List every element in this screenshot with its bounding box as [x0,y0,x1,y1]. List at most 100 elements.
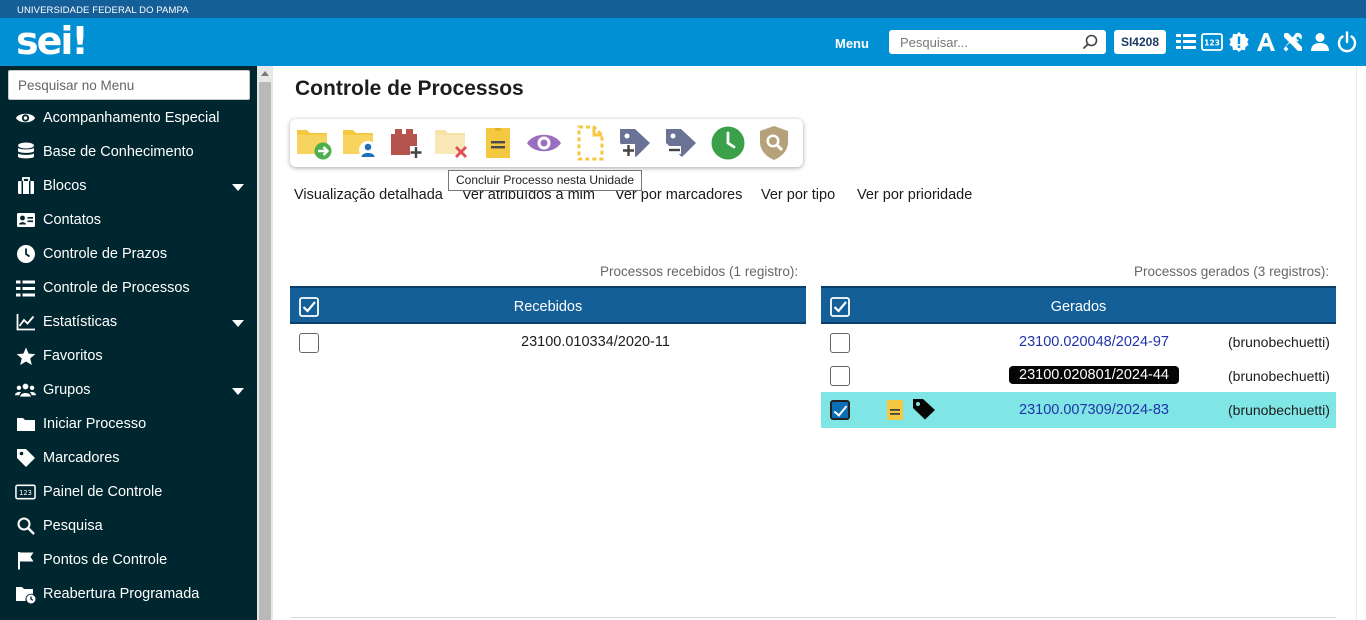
sidebar-item-label: Iniciar Processo [43,416,147,432]
power-icon[interactable] [1335,30,1359,54]
sidebar-item-label: Estatísticas [43,314,118,330]
sidebar-item-grupos[interactable]: Grupos [0,373,257,407]
assign-folder-icon[interactable] [341,125,379,161]
tag-icon[interactable] [912,398,936,425]
chevron-down-icon[interactable] [232,320,244,327]
sidebar-item-contatos[interactable]: Contatos [0,203,257,237]
process-link-hovered[interactable]: 23100.020801/2024-44 [1009,366,1179,384]
table-row: 23100.010334/2020-11 [290,326,806,360]
counter-123-icon[interactable]: 123 [1200,30,1224,54]
chart-line-icon [15,312,36,332]
add-tag-icon[interactable] [617,125,655,161]
search-shield-icon[interactable] [755,125,793,161]
scroll-up-arrow-icon[interactable] [261,71,269,76]
menu-search [8,70,250,100]
annotation-icon[interactable] [479,125,517,161]
alert-badge-icon[interactable] [1227,30,1251,54]
sidebar-item-label: Painel de Controle [43,484,163,500]
header-search [889,30,1106,54]
row-checkbox[interactable] [830,366,850,386]
sidebar-item-pesquisa[interactable]: Pesquisa [0,509,257,543]
sidebar-item-base-de-conhecimento[interactable]: Base de Conhecimento [0,135,257,169]
conclude-folder-icon[interactable] [433,125,471,161]
row-checkbox-checked[interactable] [830,400,850,420]
institution-name: UNIVERSIDADE FEDERAL DO PAMPA [17,5,189,16]
row-checkbox[interactable] [830,333,850,353]
table-row: 23100.020801/2024-44 (brunobechuetti) [821,360,1336,394]
sidebar-item-estatisticas[interactable]: Estatísticas [0,305,257,339]
sidebar-item-label: Controle de Processos [43,280,190,296]
sidebar-item-controle-de-prazos[interactable]: Controle de Prazos [0,237,257,271]
received-caption: Processos recebidos (1 registro): [600,264,799,279]
menu-button[interactable]: Menu [835,36,869,51]
tools-icon[interactable] [1281,30,1305,54]
counter-123-icon: 123 [15,482,36,502]
generated-caption: Processos gerados (3 registros): [1134,264,1330,279]
process-link[interactable]: 23100.007309/2024-83 [1019,402,1169,418]
sidebar-item-label: Pontos de Controle [43,552,168,568]
users-icon [15,380,36,400]
sidebar-item-label: Grupos [43,382,91,398]
sidebar-scrollbar[interactable] [257,66,273,620]
search-icon[interactable] [1082,34,1098,55]
sidebar-item-blocos[interactable]: Blocos [0,169,257,203]
select-all-received-icon[interactable] [299,297,319,322]
dashed-document-icon[interactable] [571,125,609,161]
sidebar-item-painel-de-controle[interactable]: 123 Painel de Controle [0,475,257,509]
menu-search-input[interactable] [9,71,249,99]
page-title: Controle de Processos [295,77,524,100]
sidebar-item-favoritos[interactable]: Favoritos [0,339,257,373]
view-detailed-link[interactable]: Visualização detalhada [294,187,443,203]
process-number[interactable]: 23100.010334/2020-11 [521,334,670,350]
clock-icon [15,244,36,264]
sidebar-item-label: Favoritos [43,348,103,364]
sidebar-item-label: Controle de Prazos [43,246,168,262]
content-divider [291,617,1336,618]
sidebar-item-controle-de-processos[interactable]: Controle de Processos [0,271,257,305]
search-icon [15,516,36,536]
sidebar-menu: Acompanhamento Especial Base de Conhecim… [0,66,257,620]
app-root: UNIVERSIDADE FEDERAL DO PAMPA sei! Menu … [0,0,1366,620]
received-header-label: Recebidos [513,299,583,315]
chevron-down-icon[interactable] [232,184,244,191]
process-link[interactable]: 23100.020048/2024-97 [1019,334,1169,350]
select-all-generated-icon[interactable] [830,297,850,322]
institution-band: UNIVERSIDADE FEDERAL DO PAMPA [0,0,1366,18]
list-icon [15,278,36,298]
view-by-priority-link[interactable]: Ver por prioridade [857,187,972,203]
process-owner: (brunobechuetti) [1228,368,1330,384]
add-to-block-icon[interactable] [387,125,425,161]
remove-tag-icon[interactable] [663,125,701,161]
scrollbar-thumb[interactable] [259,82,271,620]
user-icon[interactable] [1308,30,1332,54]
sidebar-item-marcadores[interactable]: Marcadores [0,441,257,475]
sei-logo[interactable]: sei! [16,19,89,63]
eye-icon[interactable] [525,125,563,161]
sidebar-item-label: Pesquisa [43,518,103,534]
send-folder-icon[interactable] [295,125,333,161]
top-header: sei! Menu SI4208 123 [0,18,1366,66]
sidebar-item-label: Base de Conhecimento [43,144,194,160]
toolbar-tooltip: Concluir Processo nesta Unidade [448,170,643,191]
view-by-type-link[interactable]: Ver por tipo [761,187,835,203]
generated-table-header: Gerados [821,286,1336,324]
deadline-clock-icon[interactable] [709,125,747,161]
unit-badge[interactable]: SI4208 [1114,30,1166,54]
sidebar-item-label: Blocos [43,178,87,194]
sidebar-item-label: Contatos [43,212,102,228]
header-search-input[interactable] [889,30,1079,54]
flag-icon [15,550,36,570]
annotation-icon[interactable] [885,399,905,426]
sidebar-item-pontos-de-controle[interactable]: Pontos de Controle [0,543,257,577]
font-a-icon[interactable] [1254,30,1278,54]
sidebar-item-acompanhamento-especial[interactable]: Acompanhamento Especial [0,101,257,135]
sidebar-item-iniciar-processo[interactable]: Iniciar Processo [0,407,257,441]
briefcase-icon [15,176,36,196]
received-table-header: Recebidos [290,286,806,324]
sidebar-item-label: Reabertura Programada [43,586,200,602]
row-checkbox[interactable] [299,333,319,353]
sidebar-item-reabertura-programada[interactable]: Reabertura Programada [0,577,257,611]
chevron-down-icon[interactable] [232,388,244,395]
list-icon[interactable] [1174,30,1198,54]
process-owner: (brunobechuetti) [1228,334,1330,350]
